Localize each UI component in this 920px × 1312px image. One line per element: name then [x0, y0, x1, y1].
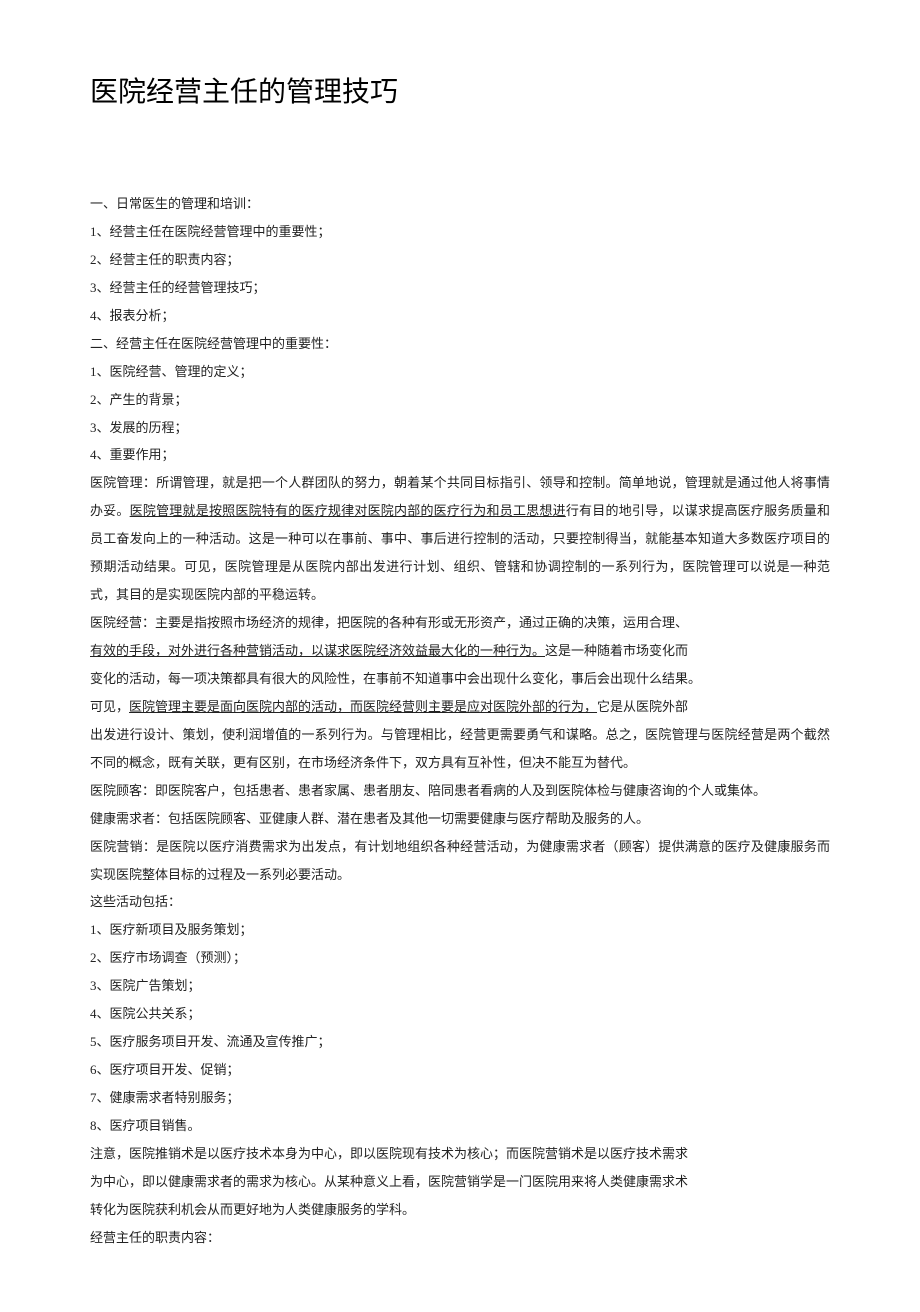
list-item: 1、医疗新项目及服务策划；: [90, 916, 830, 944]
text-segment: 这是一种随着市场变化而: [545, 643, 688, 658]
section-1-header: 一、日常医生的管理和培训：: [90, 190, 830, 218]
paragraph-hospital-business-2: 有效的手段，对外进行各种营销活动，以谋求医院经济效益最大化的一种行为。这是一种随…: [90, 637, 830, 665]
list-item: 5、医疗服务项目开发、流通及宣传推广；: [90, 1028, 830, 1056]
paragraph-hospital-business-4: 可见，医院管理主要是面向医院内部的活动，而医院经营则主要是应对医院外部的行为，它…: [90, 693, 830, 721]
text-segment: 可见，: [90, 699, 129, 714]
text-segment: 它是从医院外部: [597, 699, 688, 714]
underlined-text: 医院管理就是按照医院特有的医疗规律对医院内部的医疗行为和员工思想进: [130, 503, 566, 518]
paragraph-hospital-business-3: 变化的活动，每一项决策都具有很大的风险性，在事前不知道事中会出现什么变化，事后会…: [90, 665, 830, 693]
section-2-header: 二、经营主任在医院经营管理中的重要性：: [90, 330, 830, 358]
paragraph-hospital-business-1: 医院经营：主要是指按照市场经济的规律，把医院的各种有形或无形资产，通过正确的决策…: [90, 609, 830, 637]
paragraph-health-seeker: 健康需求者：包括医院顾客、亚健康人群、潜在患者及其他一切需要健康与医疗帮助及服务…: [90, 805, 830, 833]
list-item: 3、发展的历程；: [90, 414, 830, 442]
paragraph-note-2: 为中心，即以健康需求者的需求为核心。从某种意义上看，医院营销学是一门医院用来将人…: [90, 1168, 830, 1196]
list-item: 8、医疗项目销售。: [90, 1112, 830, 1140]
underlined-text: 有效的手段，对外进行各种营销活动，以谋求医院经济效益最大化的一种行为。: [90, 643, 545, 658]
list-item: 4、医院公共关系；: [90, 1000, 830, 1028]
list-item: 1、经营主任在医院经营管理中的重要性；: [90, 218, 830, 246]
list-item: 2、经营主任的职责内容；: [90, 246, 830, 274]
list-item: 3、医院广告策划；: [90, 972, 830, 1000]
paragraph-customer: 医院顾客：即医院客户，包括患者、患者家属、患者朋友、陪同患者看病的人及到医院体检…: [90, 777, 830, 805]
paragraph-marketing: 医院营销：是医院以医疗消费需求为出发点，有计划地组织各种经营活动，为健康需求者（…: [90, 833, 830, 889]
list-item: 4、重要作用；: [90, 441, 830, 469]
list-item: 4、报表分析；: [90, 302, 830, 330]
document-title: 医院经营主任的管理技巧: [90, 70, 830, 110]
list-item: 1、医院经营、管理的定义；: [90, 358, 830, 386]
activities-header: 这些活动包括：: [90, 888, 830, 916]
paragraph-note-3: 转化为医院获利机会从而更好地为人类健康服务的学科。: [90, 1196, 830, 1224]
list-item: 7、健康需求者特别服务；: [90, 1084, 830, 1112]
list-item: 3、经营主任的经营管理技巧；: [90, 274, 830, 302]
underlined-text: 医院管理主要是面向医院内部的活动，而医院经营则主要是应对医院外部的行为，: [129, 699, 597, 714]
paragraph-note-1: 注意，医院推销术是以医疗技术本身为中心，即以医院现有技术为核心；而医院营销术是以…: [90, 1140, 830, 1168]
paragraph-hospital-business-5: 出发进行设计、策划，使利润增值的一系列行为。与管理相比，经营更需要勇气和谋略。总…: [90, 721, 830, 777]
duty-header: 经营主任的职责内容：: [90, 1224, 830, 1252]
list-item: 2、产生的背景；: [90, 386, 830, 414]
list-item: 2、医疗市场调查（预测）；: [90, 944, 830, 972]
list-item: 6、医疗项目开发、促销；: [90, 1056, 830, 1084]
paragraph-hospital-management: 医院管理：所谓管理，就是把一个人群团队的努力，朝着某个共同目标指引、领导和控制。…: [90, 469, 830, 609]
